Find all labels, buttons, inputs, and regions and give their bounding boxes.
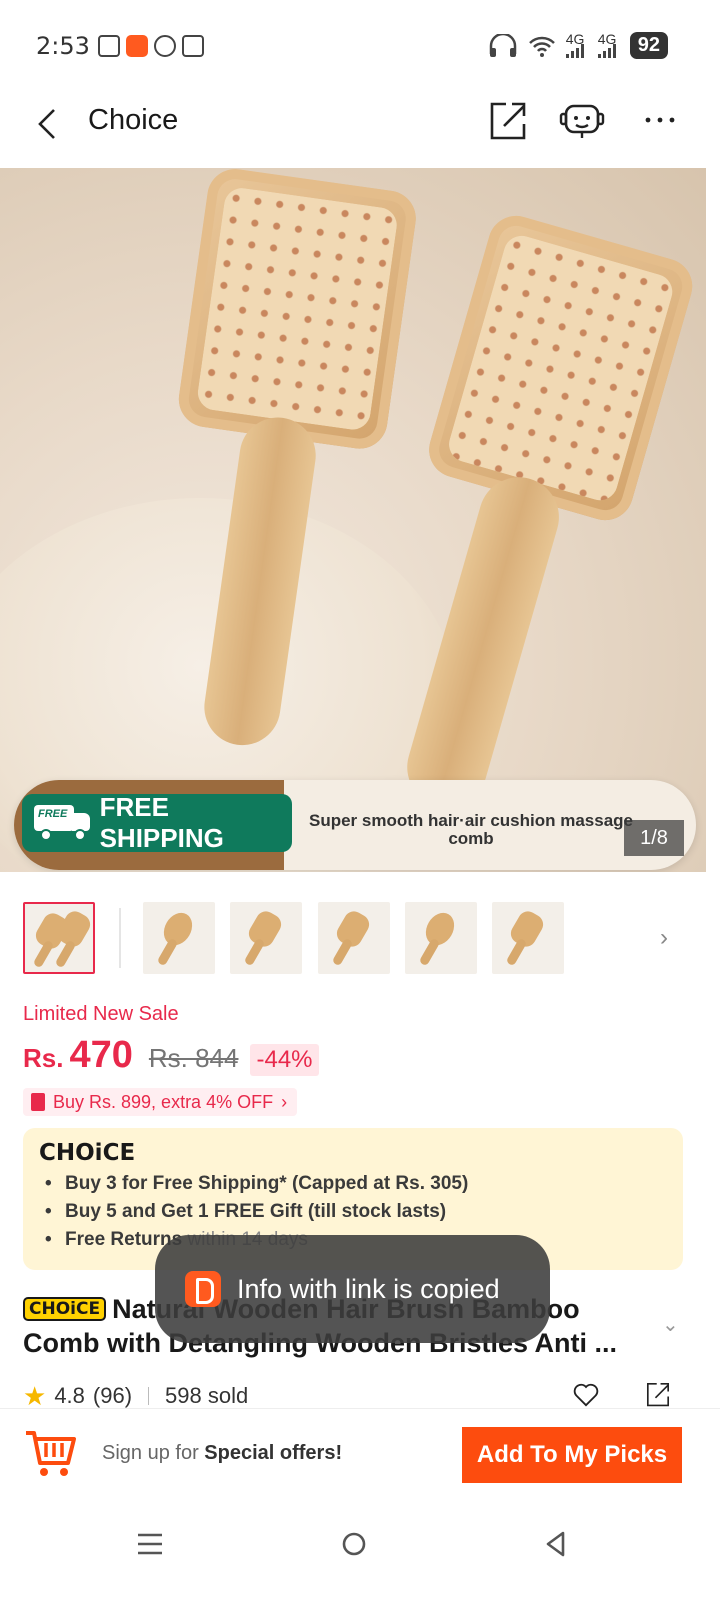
signup-prompt[interactable]: Sign up for Special offers! <box>102 1442 342 1465</box>
star-icon: ★ <box>23 1384 47 1408</box>
price-row: Rs. 470 Rs. 844 -44% <box>23 1034 319 1077</box>
bottom-action-bar: Sign up for Special offers! Add To My Pi… <box>0 1408 720 1498</box>
truck-icon: FREE <box>34 805 90 841</box>
rating-value: 4.8 <box>54 1384 85 1408</box>
signup-prefix: Sign up for <box>102 1442 205 1464</box>
free-shipping-label: FREE SHIPPING <box>99 792 224 853</box>
pinwheel-icon <box>153 35 176 57</box>
p-icon <box>181 35 204 57</box>
share-icon[interactable] <box>484 96 532 144</box>
thumbnail-2[interactable] <box>143 902 215 974</box>
product-image-carousel[interactable]: FREE FREE SHIPPING Super smooth hair·air… <box>0 168 706 872</box>
coupon-offer[interactable]: Buy Rs. 899, extra 4% OFF › <box>23 1088 298 1116</box>
divider <box>148 1387 150 1405</box>
image-counter: 1/8 <box>624 820 684 856</box>
thumbnail-3[interactable] <box>230 902 302 974</box>
discount-badge: -44% <box>250 1044 319 1076</box>
top-app-bar: Choice <box>0 92 720 168</box>
menu-icon[interactable] <box>126 1520 174 1568</box>
status-time: 2:53 <box>36 32 90 60</box>
thumbnail-4[interactable] <box>318 902 390 974</box>
add-to-my-picks-button[interactable]: Add To My Picks <box>462 1427 682 1483</box>
battery-indicator: 92 <box>629 32 668 59</box>
benefit-item: Buy 3 for Free Shipping* (Capped at Rs. … <box>39 1170 667 1198</box>
customer-service-icon[interactable] <box>558 96 606 144</box>
copy-toast: Info with link is copied <box>155 1235 550 1343</box>
cart-icon[interactable] <box>22 1425 78 1481</box>
back-nav-icon[interactable] <box>532 1520 580 1568</box>
thumbnail-5[interactable] <box>405 902 477 974</box>
share-icon[interactable] <box>636 1380 680 1408</box>
truck-free-label: FREE <box>38 808 68 820</box>
rating-row[interactable]: ★ 4.8 (96) 598 sold <box>23 1384 248 1408</box>
promo-label: Limited New Sale <box>23 1003 179 1025</box>
network-4g-icon-2: 4G <box>597 30 620 58</box>
sold-count: 598 sold <box>165 1384 249 1408</box>
home-icon[interactable] <box>330 1520 378 1568</box>
system-navigation-bar <box>0 1498 720 1600</box>
back-arrow-icon[interactable] <box>30 104 70 144</box>
app-logo-icon <box>185 1271 221 1307</box>
status-bar: 2:53 4G 4G 92 <box>0 0 720 92</box>
banner-caption: Super smooth hair·air cushion massage co… <box>308 811 634 848</box>
wifi-icon <box>528 36 555 57</box>
choice-logo: CHOiCE <box>39 1140 136 1166</box>
coupon-icon <box>31 1093 45 1111</box>
status-notification-icons <box>97 35 204 57</box>
chevron-right-icon: › <box>281 1091 288 1112</box>
app-notification-icon <box>125 35 148 57</box>
chevron-down-icon[interactable]: ⌄ <box>662 1312 679 1337</box>
page-title: Choice <box>88 104 179 136</box>
price-current: 470 <box>69 1034 133 1076</box>
signup-bold: Special offers! <box>204 1442 343 1464</box>
choice-tag: CHOiCE <box>23 1297 107 1321</box>
heart-icon[interactable] <box>566 1380 606 1408</box>
thumbnail-divider <box>119 908 121 968</box>
more-options-icon[interactable] <box>636 96 684 144</box>
headphones-icon <box>489 33 516 57</box>
screen-icon <box>97 35 120 57</box>
chevron-right-icon[interactable]: › <box>660 924 668 952</box>
toast-message: Info with link is copied <box>237 1273 500 1304</box>
coupon-text: Buy Rs. 899, extra 4% OFF <box>53 1091 274 1112</box>
price-original: Rs. 844 <box>148 1043 239 1073</box>
price-currency: Rs. <box>23 1043 64 1073</box>
thumbnail-1[interactable] <box>23 902 95 974</box>
free-shipping-badge: FREE FREE SHIPPING <box>22 792 292 853</box>
network-label-1: 4G <box>565 30 585 47</box>
review-count: (96) <box>92 1384 133 1408</box>
status-right-icons: 4G 4G 92 <box>488 32 668 59</box>
thumbnail-strip: › <box>0 900 720 976</box>
thumbnail-6[interactable] <box>492 902 564 974</box>
network-label-2: 4G <box>597 30 617 47</box>
network-4g-icon-1: 4G <box>565 30 588 58</box>
benefit-item: Buy 5 and Get 1 FREE Gift (till stock la… <box>39 1198 667 1226</box>
